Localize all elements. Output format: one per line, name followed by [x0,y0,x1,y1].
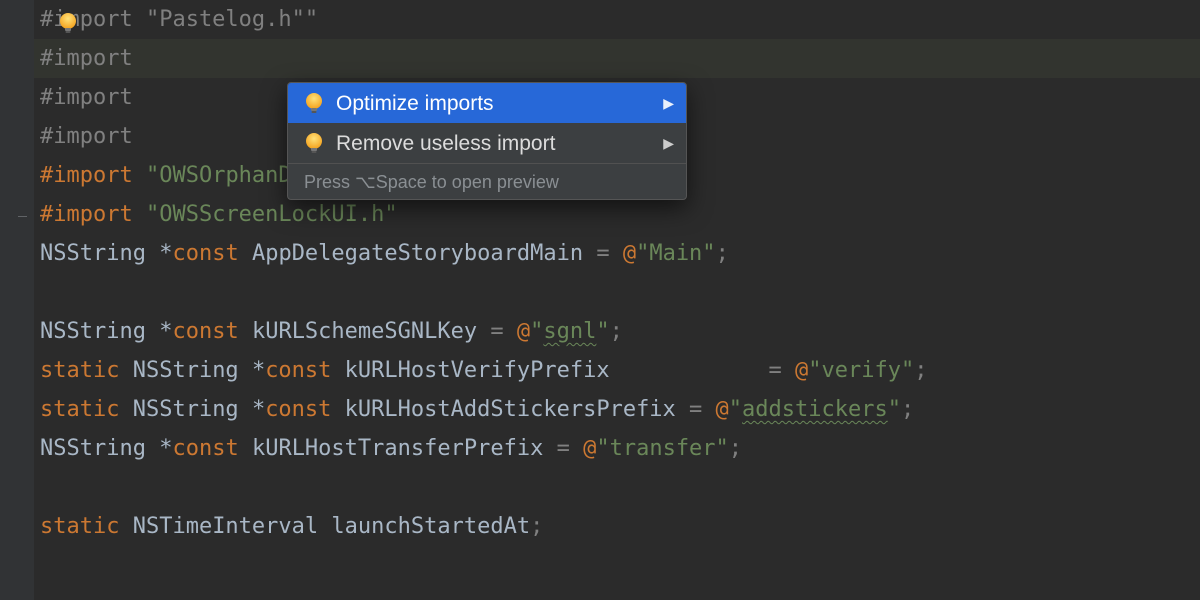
code-line[interactable]: static NSTimeInterval launchStartedAt; [40,507,927,546]
intention-item[interactable]: Remove useless import▶ [288,123,686,163]
code-line[interactable] [40,468,927,507]
intention-popup: Optimize imports▶Remove useless import▶ … [287,82,687,200]
code-line[interactable]: #import "OWSScreenLockUI.h" [40,195,927,234]
intention-bulb-icon[interactable] [56,6,90,45]
submenu-arrow-icon: ▶ [663,136,674,150]
code-line[interactable]: NSString *const kURLHostTransferPrefix =… [40,429,927,468]
code-line[interactable] [40,273,927,312]
intention-item-label: Remove useless import [336,133,663,154]
code-line[interactable]: static NSString *const kURLHostVerifyPre… [40,351,927,390]
editor-gutter [0,0,34,600]
popup-hint: Press ⌥Space to open preview [288,163,686,199]
fold-marker-icon[interactable]: ⎯ [18,196,27,235]
intention-item-label: Optimize imports [336,93,663,114]
lightbulb-icon [302,131,326,155]
code-line[interactable]: #import [40,39,927,78]
submenu-arrow-icon: ▶ [663,96,674,110]
intention-item[interactable]: Optimize imports▶ [288,83,686,123]
code-line[interactable]: static NSString *const kURLHostAddSticke… [40,390,927,429]
code-line[interactable]: NSString *const AppDelegateStoryboardMai… [40,234,927,273]
code-line[interactable]: NSString *const kURLSchemeSGNLKey = @"sg… [40,312,927,351]
code-line[interactable]: #import "Pastelog.h"" [40,0,927,39]
lightbulb-icon [302,91,326,115]
